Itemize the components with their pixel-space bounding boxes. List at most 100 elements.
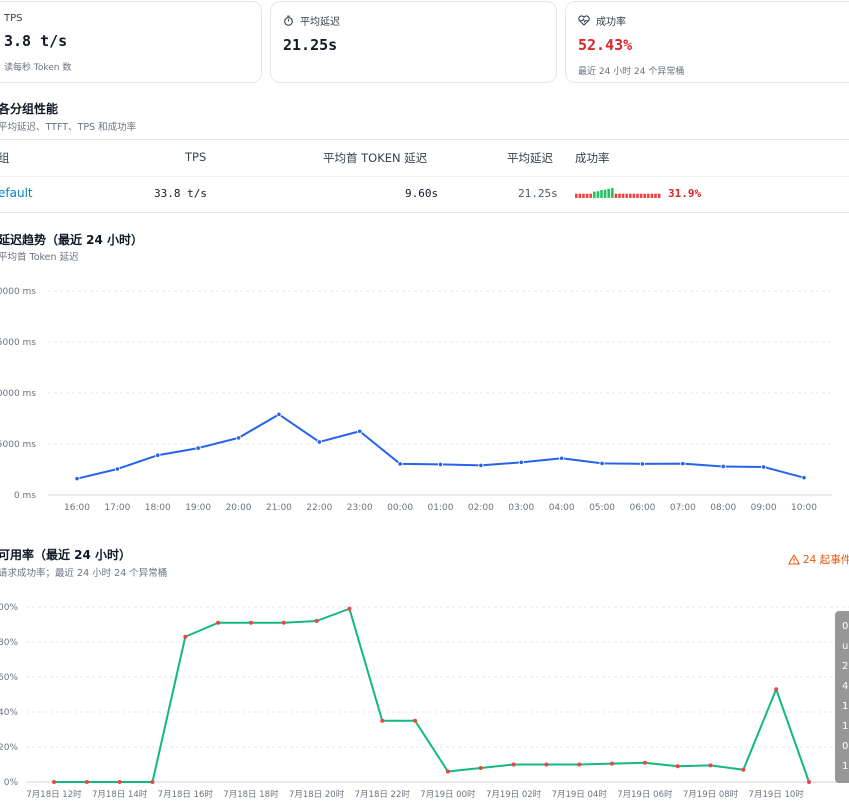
tooltip-line: 2 — [842, 661, 849, 672]
tooltip-line: 1 — [842, 721, 849, 732]
latency-point — [761, 464, 767, 470]
avg-latency-label: 平均延迟 — [300, 17, 340, 28]
success-bar — [600, 190, 603, 198]
y-tick-label: 5000 ms — [0, 338, 36, 348]
x-tick-label: 7月18日 20时 — [289, 789, 345, 800]
success-bar — [589, 193, 592, 198]
availability-series-line — [54, 607, 810, 783]
availability-point — [150, 780, 155, 784]
stopwatch-icon — [284, 15, 293, 26]
tooltip-line: u — [842, 641, 849, 652]
x-tick-label: 04:00 — [549, 503, 575, 513]
success-rate-value: 52.43% — [578, 36, 633, 54]
x-tick-label: 7月19日 10时 — [749, 789, 805, 800]
x-tick-label: 7月18日 12时 — [26, 789, 82, 800]
y-tick-label: 60% — [0, 673, 18, 683]
success-bar — [585, 193, 589, 198]
latency-point — [680, 461, 686, 467]
success-bar — [643, 193, 646, 198]
availability-point — [774, 687, 779, 692]
x-tick-label: 21:00 — [266, 503, 292, 513]
availability-chart: 00% 80% 60% 40% 20% 0% 7月18日 12时 7月18日 14时 7月18日… — [0, 603, 849, 800]
avail-chart-title: 可用率（最近 24 小时） — [0, 548, 132, 562]
success-bar — [629, 193, 632, 198]
x-tick-label: 7月18日 16时 — [158, 789, 214, 800]
availability-point — [216, 620, 221, 625]
x-tick-label: 7月19日 08时 — [683, 789, 739, 800]
latency-point — [639, 461, 646, 467]
success-bar — [636, 193, 639, 198]
tooltip-line: 1 — [842, 701, 849, 712]
x-tick-label: 10:00 — [791, 503, 817, 513]
success-bar — [632, 193, 636, 198]
latency-point — [316, 439, 322, 445]
x-tick-label: 7月19日 04时 — [552, 789, 608, 800]
availability-point — [741, 767, 746, 772]
latency-point — [74, 476, 80, 482]
y-tick-label: 5000 ms — [0, 440, 36, 450]
x-tick-label: 7月19日 02时 — [486, 789, 542, 800]
row-latency: 21.25s — [518, 187, 558, 200]
tps-value: 3.8 t/s — [4, 32, 68, 50]
tps-card-label: TPS — [4, 13, 23, 24]
tooltip-line: 0 — [842, 741, 849, 752]
availability-point — [577, 762, 582, 767]
col-header-tps: TPS — [185, 150, 207, 164]
success-bar — [603, 189, 607, 198]
availability-point — [642, 760, 647, 765]
availability-point — [413, 718, 418, 723]
row-success: 31.9% — [668, 187, 702, 200]
group-link-default[interactable]: efault — [0, 186, 33, 200]
x-tick-label: 07:00 — [670, 503, 696, 513]
availability-point — [380, 718, 385, 723]
warning-icon — [788, 554, 800, 565]
availability-point — [84, 780, 89, 784]
tps-card: TPS 3.8 t/s 读每秒 Token 数 — [0, 1, 262, 83]
success-bar — [621, 193, 625, 198]
availability-point — [281, 620, 286, 625]
latency-point — [276, 411, 282, 418]
success-bar — [575, 193, 578, 198]
latency-point — [114, 466, 120, 472]
y-tick-label: 20% — [0, 743, 18, 753]
x-tick-label: 7月18日 14时 — [92, 789, 148, 800]
tooltip-line: 1 — [842, 761, 849, 772]
row-tps: 33.8 t/s — [154, 187, 207, 200]
x-tick-label: 17:00 — [104, 503, 130, 513]
success-bar — [578, 193, 582, 198]
availability-point — [117, 780, 122, 784]
latency-point — [518, 459, 524, 465]
heart-pulse-icon — [578, 15, 590, 26]
availability-point — [708, 763, 713, 768]
x-tick-label: 18:00 — [145, 503, 171, 513]
x-tick-label: 7月18日 18时 — [223, 789, 279, 800]
x-tick-label: 02:00 — [468, 503, 494, 513]
availability-point — [478, 766, 483, 770]
success-bar — [582, 193, 585, 198]
latency-point — [478, 462, 484, 469]
success-bar — [614, 193, 618, 198]
latency-point — [559, 455, 565, 461]
col-header-success: 成功率 — [575, 151, 610, 165]
col-header-group: 组 — [0, 151, 10, 165]
x-tick-label: 22:00 — [306, 503, 332, 513]
availability-point — [544, 762, 549, 767]
incident-badge[interactable]: 24 起事件 — [788, 552, 849, 567]
y-tick-label: 0000 ms — [0, 389, 36, 399]
y-tick-label: 0000 ms — [0, 287, 36, 297]
availability-point — [610, 761, 615, 766]
avail-chart-subtitle: 请求成功率；最近 24 小时 24 个异常桶 — [0, 568, 168, 579]
latency-point — [397, 461, 403, 467]
tooltip-panel: 0 u 2 4 1 1 0 1 — [835, 611, 849, 783]
success-bar — [639, 193, 643, 198]
success-rate-label: 成功率 — [596, 17, 626, 28]
tooltip-line: 0 — [842, 621, 849, 632]
x-tick-label: 16:00 — [64, 503, 90, 513]
success-bar — [611, 188, 614, 198]
col-header-ttft: 平均首 TOKEN 延迟 — [323, 151, 428, 165]
success-bar — [607, 188, 610, 198]
availability-point — [248, 620, 253, 625]
latency-point — [437, 461, 444, 467]
y-tick-label: 0% — [4, 778, 19, 788]
x-tick-label: 23:00 — [347, 503, 373, 513]
